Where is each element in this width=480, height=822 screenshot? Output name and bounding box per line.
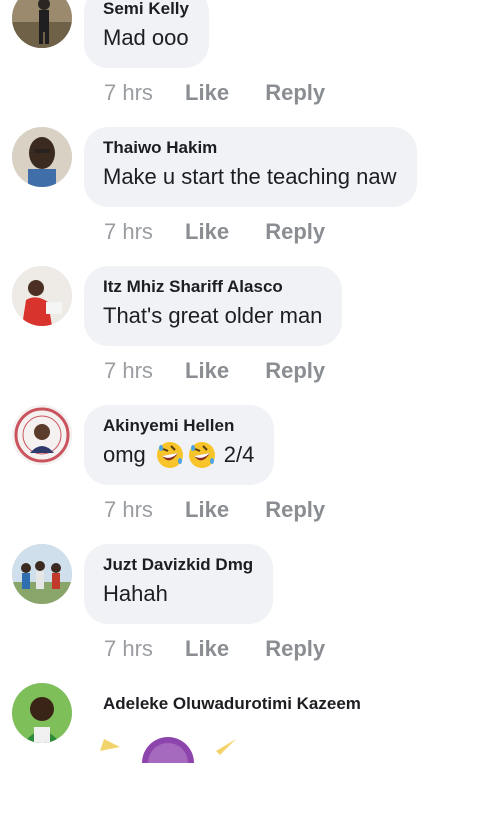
- reply-button[interactable]: Reply: [265, 219, 325, 244]
- avatar[interactable]: [12, 405, 72, 465]
- rolling-on-floor-laughing-icon: [156, 442, 183, 468]
- reply-button[interactable]: Reply: [265, 497, 325, 522]
- avatar[interactable]: [12, 127, 72, 187]
- comment-text-content: Hahah: [103, 581, 168, 606]
- comment-author[interactable]: Adeleke Oluwadurotimi Kazeem: [103, 694, 361, 714]
- comment-timestamp[interactable]: 7 hrs: [104, 636, 153, 661]
- comment-item: Akinyemi Hellen omg 2/4 7 hrs Like Reply: [0, 405, 480, 544]
- sticker-icon: [100, 737, 236, 763]
- comment-text: omg 2/4: [103, 440, 254, 470]
- comment-thread: Semi Kelly Mad ooo 7 hrs Like Reply Thai…: [0, 0, 480, 822]
- like-button[interactable]: Like: [185, 358, 229, 383]
- comment-text-suffix: 2/4: [223, 442, 255, 467]
- comment-timestamp[interactable]: 7 hrs: [104, 219, 153, 244]
- comment-item: Itz Mhiz Shariff Alasco That's great old…: [0, 266, 480, 405]
- reply-button[interactable]: Reply: [265, 358, 325, 383]
- avatar[interactable]: [12, 683, 72, 743]
- avatar[interactable]: [12, 266, 72, 326]
- comment-timestamp[interactable]: 7 hrs: [104, 497, 153, 522]
- comment-timestamp[interactable]: 7 hrs: [104, 80, 153, 105]
- comment-timestamp[interactable]: 7 hrs: [104, 358, 153, 383]
- comment-author[interactable]: Semi Kelly: [103, 0, 189, 19]
- like-button[interactable]: Like: [185, 219, 229, 244]
- comment-item: Semi Kelly Mad ooo 7 hrs Like Reply: [0, 0, 480, 127]
- comment-text: Hahah: [103, 579, 253, 609]
- like-button[interactable]: Like: [185, 636, 229, 661]
- reply-button[interactable]: Reply: [265, 636, 325, 661]
- avatar[interactable]: [12, 544, 72, 604]
- comment-text-content: Make u start the teaching naw: [103, 164, 397, 189]
- comment-author[interactable]: Akinyemi Hellen: [103, 416, 254, 436]
- comment-actions: 7 hrs Like Reply: [104, 497, 355, 523]
- comment-author[interactable]: Itz Mhiz Shariff Alasco: [103, 277, 322, 297]
- comment-text-content: Mad ooo: [103, 25, 189, 50]
- like-button[interactable]: Like: [185, 80, 229, 105]
- comment-bubble: Itz Mhiz Shariff Alasco That's great old…: [84, 266, 343, 346]
- reply-button[interactable]: Reply: [265, 80, 325, 105]
- comment-author[interactable]: Thaiwo Hakim: [103, 138, 397, 158]
- comment-actions: 7 hrs Like Reply: [104, 636, 355, 662]
- comment-text: Mad ooo: [103, 23, 189, 53]
- comment-text: Make u start the teaching naw: [103, 162, 397, 192]
- comment-text-content: omg: [103, 442, 146, 467]
- comment-text: That's great older man: [103, 301, 322, 331]
- avatar[interactable]: [12, 0, 72, 48]
- comment-bubble: Akinyemi Hellen omg 2/4: [84, 405, 275, 485]
- like-button[interactable]: Like: [185, 497, 229, 522]
- comment-actions: 7 hrs Like Reply: [104, 80, 355, 106]
- comment-text-content: That's great older man: [103, 303, 323, 328]
- comment-bubble: Juzt Davizkid Dmg Hahah: [84, 544, 274, 624]
- comment-actions: 7 hrs Like Reply: [104, 219, 355, 245]
- comment-item: Juzt Davizkid Dmg Hahah 7 hrs Like Reply: [0, 544, 480, 683]
- comment-author[interactable]: Juzt Davizkid Dmg: [103, 555, 253, 575]
- comment-bubble: Thaiwo Hakim Make u start the teaching n…: [84, 127, 417, 207]
- comment-bubble: Semi Kelly Mad ooo: [84, 0, 209, 68]
- comment-item: Thaiwo Hakim Make u start the teaching n…: [0, 127, 480, 266]
- rolling-on-floor-laughing-icon: [188, 442, 215, 468]
- comment-actions: 7 hrs Like Reply: [104, 358, 355, 384]
